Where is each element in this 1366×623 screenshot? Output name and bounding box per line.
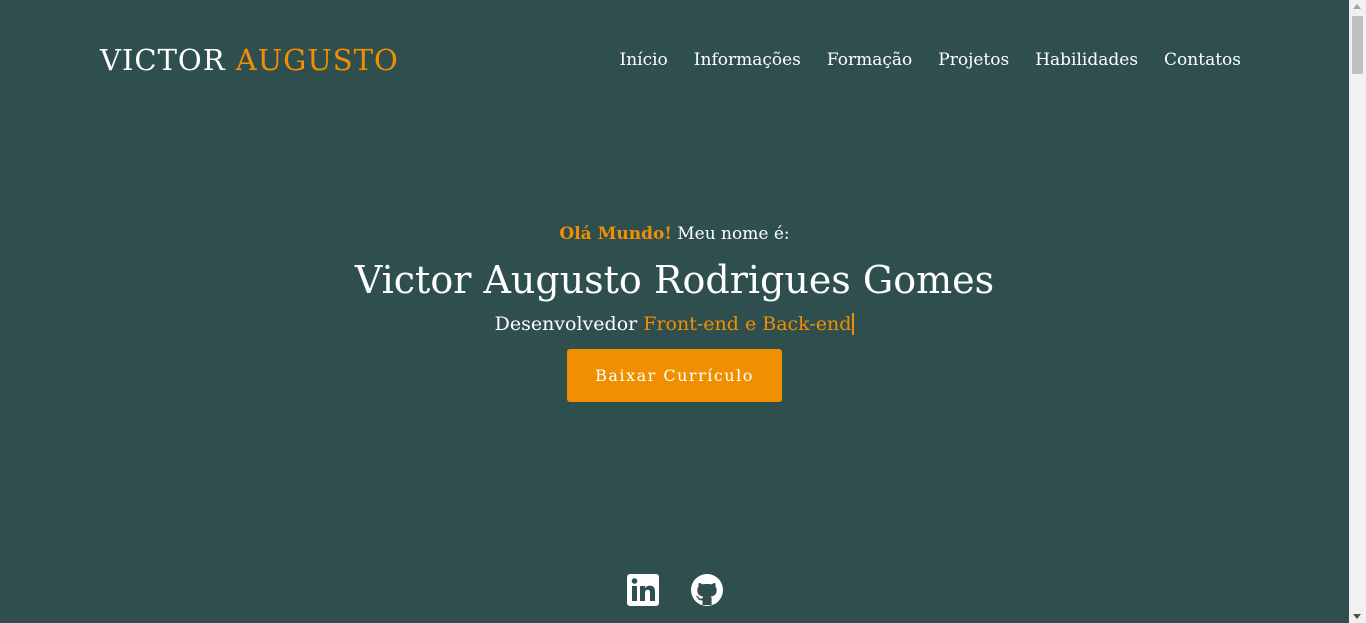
linkedin-icon[interactable] bbox=[626, 572, 660, 608]
github-icon[interactable] bbox=[690, 572, 724, 608]
nav-item-habilidades[interactable]: Habilidades bbox=[1035, 48, 1138, 72]
nav-item-projetos[interactable]: Projetos bbox=[938, 48, 1009, 72]
scroll-up-arrow-icon[interactable] bbox=[1353, 4, 1361, 9]
scrollbar-thumb[interactable] bbox=[1352, 16, 1363, 74]
greeting: Olá Mundo! Meu nome é: bbox=[0, 220, 1349, 248]
hero-role: Desenvolvedor Front-end e Back-end bbox=[0, 310, 1349, 338]
hero-section: Olá Mundo! Meu nome é: Victor Augusto Ro… bbox=[0, 220, 1349, 402]
nav-item-formacao[interactable]: Formação bbox=[827, 48, 912, 72]
page: VICTOR AUGUSTO Início Informações Formaç… bbox=[0, 0, 1349, 623]
scroll-down-arrow-icon[interactable] bbox=[1353, 614, 1361, 619]
main-nav: Início Informações Formação Projetos Hab… bbox=[619, 48, 1241, 72]
vertical-scrollbar[interactable] bbox=[1349, 0, 1366, 623]
greeting-highlight: Olá Mundo! bbox=[559, 224, 672, 244]
logo-last-name: AUGUSTO bbox=[235, 43, 399, 77]
logo-first-name: VICTOR bbox=[100, 43, 226, 77]
nav-item-inicio[interactable]: Início bbox=[619, 48, 667, 72]
nav-item-informacoes[interactable]: Informações bbox=[694, 48, 801, 72]
nav-item-contatos[interactable]: Contatos bbox=[1164, 48, 1241, 72]
social-links bbox=[0, 572, 1349, 608]
role-typed-text: Front-end e Back-end bbox=[643, 313, 855, 335]
greeting-text: Meu nome é: bbox=[671, 224, 790, 244]
download-cv-button[interactable]: Baixar Currículo bbox=[567, 349, 782, 402]
role-prefix: Desenvolvedor bbox=[494, 313, 644, 335]
hero-name: Victor Augusto Rodrigues Gomes bbox=[354, 258, 995, 302]
site-logo[interactable]: VICTOR AUGUSTO bbox=[100, 42, 399, 78]
